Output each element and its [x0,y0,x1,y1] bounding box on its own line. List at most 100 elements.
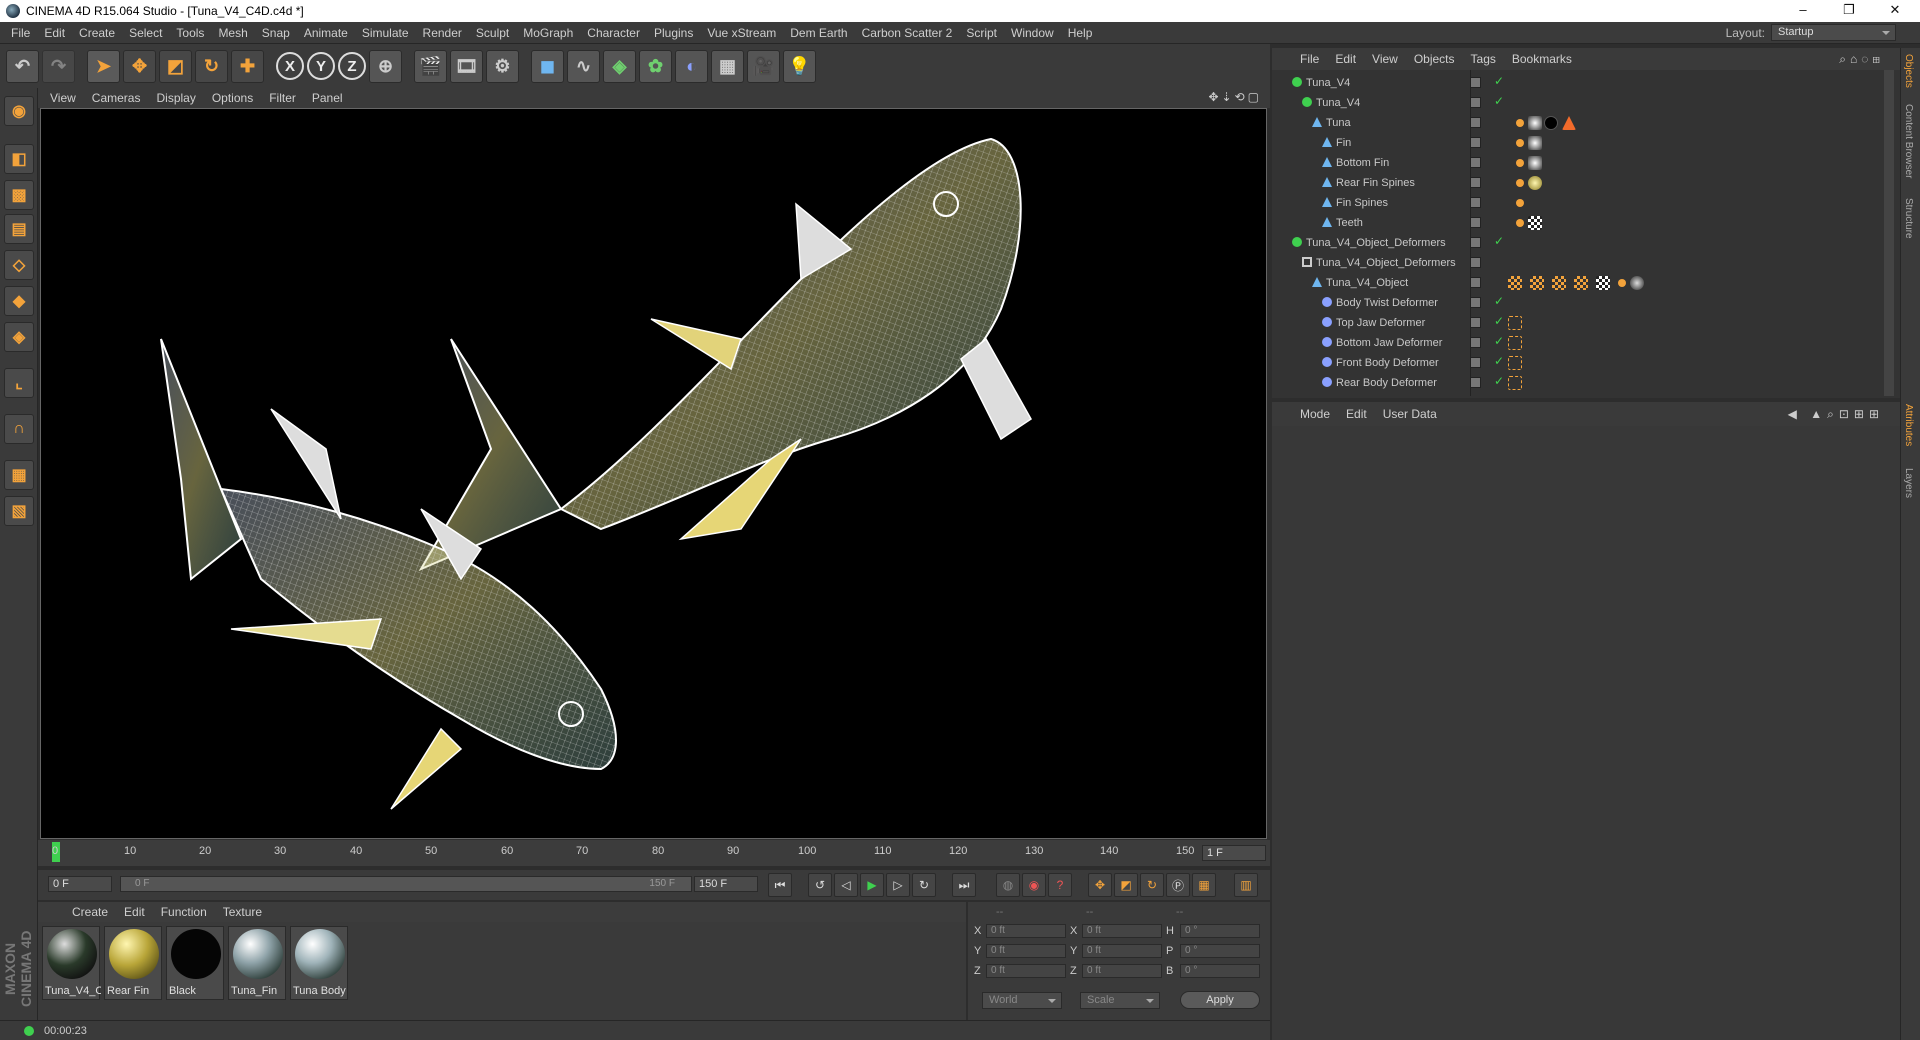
visibility-icon[interactable] [1470,277,1481,288]
menu-tools[interactable]: Tools [169,22,211,44]
snap-icon[interactable]: ∩ [4,414,34,444]
visibility-icon[interactable] [1470,77,1481,88]
menu-select[interactable]: Select [122,22,169,44]
menu-animate[interactable]: Animate [297,22,355,44]
restriction-tag-icon[interactable] [1508,316,1522,330]
next-frame-icon[interactable]: ▷ [886,873,910,897]
visibility-icon[interactable] [1470,177,1481,188]
rotation-h-field[interactable]: 0 ° [1180,924,1260,938]
layout-dropdown[interactable]: Startup [1771,24,1896,41]
texture-tag-icon[interactable] [1528,216,1542,230]
x-axis-lock-button[interactable]: X [276,52,304,80]
close-button[interactable]: ✕ [1872,0,1918,22]
cube-primitive-icon[interactable]: ◼ [531,49,564,83]
z-axis-lock-button[interactable]: Z [338,52,366,80]
rotation-b-field[interactable]: 0 ° [1180,964,1260,978]
material-tag-icon[interactable] [1528,136,1542,150]
enabled-check-icon[interactable]: ✓ [1494,234,1504,248]
end-frame-field[interactable]: 150 F [694,876,758,892]
position-y-field[interactable]: 0 ft [986,944,1066,958]
menu-create[interactable]: Create [72,22,122,44]
y-axis-lock-button[interactable]: Y [307,52,335,80]
play-forward-icon[interactable]: ▶ [860,873,884,897]
go-to-start-icon[interactable]: ⏮ [768,873,792,897]
viewport-menu-filter[interactable]: Filter [261,91,304,105]
visibility-icon[interactable] [1470,217,1481,228]
object-row[interactable]: Rear Body Deformer ✓ [1272,373,1882,393]
record-keys-icon[interactable]: ◍ [996,873,1020,897]
size-mode-dropdown[interactable]: Scale [1080,992,1160,1009]
menu-character[interactable]: Character [580,22,647,44]
menu-simulate[interactable]: Simulate [355,22,416,44]
material-tag-icon[interactable] [1528,176,1542,190]
position-x-field[interactable]: 0 ft [986,924,1066,938]
material-tag-icon[interactable] [1630,276,1644,290]
start-frame-field[interactable]: 0 F [48,876,112,892]
size-z-field[interactable]: 0 ft [1082,964,1162,978]
object-row[interactable]: Tuna [1272,113,1882,133]
enabled-check-icon[interactable]: ✓ [1494,94,1504,108]
texture-tag-icon[interactable] [1574,276,1588,290]
point-level-key-icon[interactable]: ▦ [1192,873,1216,897]
scale-key-icon[interactable]: ◩ [1114,873,1138,897]
axis-mode-icon[interactable]: ⌞ [4,368,34,398]
rotate-tool-icon[interactable]: ↻ [195,49,228,83]
current-frame-field[interactable]: 1 F [1202,845,1266,861]
render-settings-icon[interactable]: ⚙ [486,49,519,83]
3d-viewport[interactable] [40,108,1267,839]
polygons-mode-icon[interactable]: ◈ [4,322,34,352]
visibility-icon[interactable] [1470,257,1481,268]
workplane-mode-icon[interactable]: ▤ [4,214,34,244]
points-mode-icon[interactable]: ◇ [4,250,34,280]
rotation-p-field[interactable]: 0 ° [1180,944,1260,958]
visibility-icon[interactable] [1470,317,1481,328]
object-manager-search-icons[interactable]: ⌕⌂◌⊞ [1831,52,1892,67]
object-row[interactable]: Bottom Jaw Deformer ✓ [1272,333,1882,353]
enabled-check-icon[interactable]: ✓ [1494,314,1504,328]
visibility-icon[interactable] [1470,337,1481,348]
subdivision-surface-icon[interactable]: ◈ [603,49,636,83]
menu-mesh[interactable]: Mesh [211,22,254,44]
object-row[interactable]: Tuna_V4_Object_Deformers [1272,253,1882,273]
material-tag-icon[interactable] [1544,116,1558,130]
object-row[interactable]: Bottom Fin [1272,153,1882,173]
next-key-icon[interactable]: ↻ [912,873,936,897]
tab-content-browser[interactable]: Content Browser [1903,104,1914,178]
object-row[interactable]: Fin Spines [1272,193,1882,213]
object-menu-tags[interactable]: Tags [1463,52,1504,66]
light-icon[interactable]: 💡 [783,49,816,83]
spline-pen-icon[interactable]: ∿ [567,49,600,83]
size-y-field[interactable]: 0 ft [1082,944,1162,958]
redo-icon[interactable]: ↷ [42,49,75,83]
planar-workplane-icon[interactable]: ▧ [4,496,34,526]
menu-script[interactable]: Script [959,22,1004,44]
visibility-icon[interactable] [1470,237,1481,248]
coordinate-system-icon[interactable]: ⊕ [369,49,402,83]
menu-carbon-scatter[interactable]: Carbon Scatter 2 [855,22,960,44]
enabled-check-icon[interactable]: ✓ [1494,294,1504,308]
frame-range-slider[interactable]: 0 F 150 F [120,876,692,892]
viewport-navigation-icons[interactable]: ✥⇣⟲▢ [1208,90,1262,104]
parameter-key-icon[interactable]: Ⓟ [1166,873,1190,897]
rotation-key-icon[interactable]: ↻ [1140,873,1164,897]
menu-plugins[interactable]: Plugins [647,22,700,44]
phong-tag-icon[interactable] [1516,139,1524,147]
phong-tag-icon[interactable] [1516,179,1524,187]
enabled-check-icon[interactable]: ✓ [1494,374,1504,388]
object-list-scrollbar[interactable] [1884,70,1894,396]
visibility-icon[interactable] [1470,357,1481,368]
material-swatch[interactable]: Tuna_V4_O [42,926,101,1000]
menu-file[interactable]: File [4,22,37,44]
menu-snap[interactable]: Snap [255,22,297,44]
object-menu-objects[interactable]: Objects [1406,52,1463,66]
attribute-menu-user-data[interactable]: User Data [1375,407,1445,421]
timeline-ruler[interactable]: 0 10 20 30 40 50 60 70 80 90 100 110 120… [38,840,1270,866]
deformer-icon[interactable]: ◐ [675,49,708,83]
position-key-icon[interactable]: ✥ [1088,873,1112,897]
autokeying-icon[interactable]: ◉ [1022,873,1046,897]
menu-edit[interactable]: Edit [37,22,72,44]
material-tag-icon[interactable] [1528,156,1542,170]
object-row[interactable]: Front Body Deformer ✓ [1272,353,1882,373]
menu-mograph[interactable]: MoGraph [516,22,580,44]
texture-tag-icon[interactable] [1596,276,1610,290]
